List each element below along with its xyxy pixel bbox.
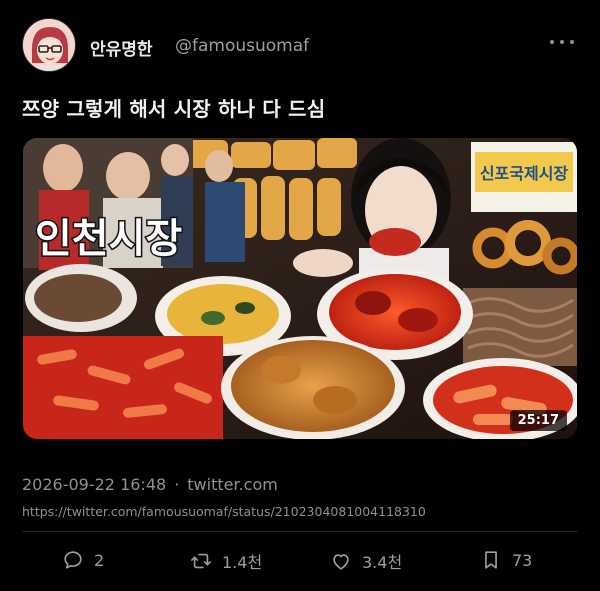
market-sign-text: 신포국제시장 (480, 164, 569, 183)
reply-count: 2 (94, 550, 105, 570)
tweet-card: 안유명한 @famousuomaf 쯔양 그렇게 해서 시장 하나 다 드심 신… (0, 0, 600, 591)
bookmark-button[interactable]: 73 (480, 549, 532, 571)
action-bar: 2 1.4천 3.4천 73 (62, 549, 562, 577)
reply-button[interactable]: 2 (62, 549, 104, 571)
timestamp[interactable]: 2026-09-22 16:48 (22, 475, 166, 494)
bookmark-count: 73 (512, 550, 533, 570)
tweet-text: 쯔양 그렇게 해서 시장 하나 다 드심 (22, 97, 326, 121)
author-handle[interactable]: @famousuomaf (175, 36, 309, 56)
avatar[interactable] (22, 18, 76, 72)
tweet-header: 안유명한 @famousuomaf (22, 18, 582, 74)
like-icon (333, 554, 349, 570)
retweet-count: 1.4천 (222, 553, 263, 572)
more-icon[interactable] (550, 32, 574, 52)
more-dot (550, 40, 554, 44)
like-count: 3.4천 (362, 553, 403, 572)
avatar-illustration (23, 19, 75, 71)
tweet-url[interactable]: https://twitter.com/famousuomaf/status/2… (22, 504, 426, 519)
source-label[interactable]: twitter.com (187, 475, 278, 494)
more-dot (560, 40, 564, 44)
video-overlay-title: 인천시장 (35, 216, 182, 262)
more-dot (570, 40, 574, 44)
bookmark-icon (485, 551, 497, 569)
like-button[interactable]: 3.4천 (330, 549, 402, 573)
retweet-button[interactable]: 1.4천 (190, 549, 262, 573)
divider (22, 531, 578, 532)
reply-icon (64, 551, 82, 569)
author-display-name[interactable]: 안유명한 (90, 35, 153, 60)
thumbnail-image: 신포국제시장 인천시장 (23, 138, 577, 439)
meta-separator: · (174, 475, 180, 494)
tweet-meta: 2026-09-22 16:48 · twitter.com (22, 475, 278, 494)
video-duration-badge: 25:17 (509, 410, 567, 431)
video-thumbnail[interactable]: 신포국제시장 인천시장 25:17 (23, 138, 577, 439)
retweet-icon (191, 553, 211, 569)
